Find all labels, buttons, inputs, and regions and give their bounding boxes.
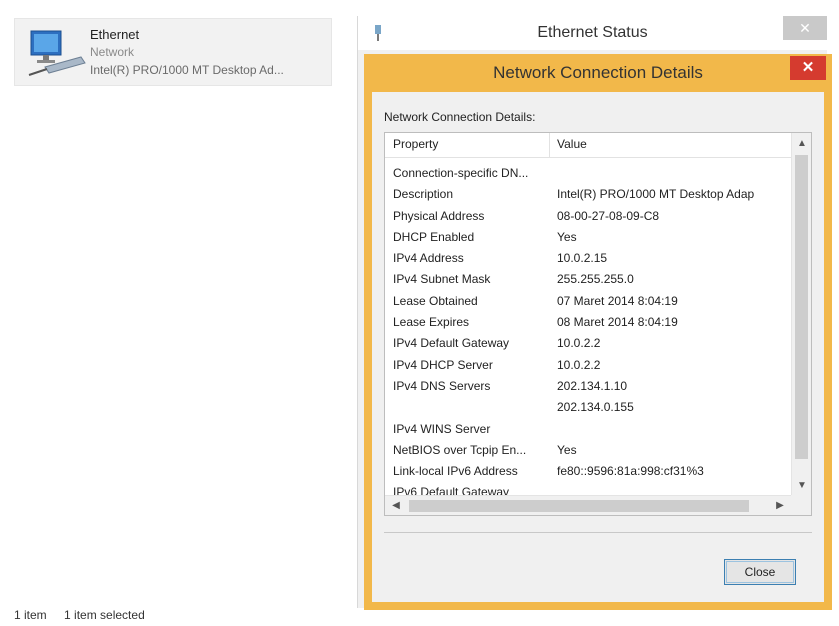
row-property: NetBIOS over Tcpip En...: [393, 442, 527, 457]
row-value: 202.134.1.10: [557, 378, 628, 393]
row-property: Link-local IPv6 Address: [393, 464, 518, 479]
ethernet-status-titlebar: Ethernet Status ✕: [358, 16, 827, 50]
row-property: Lease Obtained: [393, 293, 478, 308]
ethernet-status-title: Ethernet Status: [537, 24, 648, 41]
row-value: 08 Maret 2014 8:04:19: [557, 315, 678, 330]
list-row[interactable]: Connection-specific DN...: [385, 163, 791, 184]
list-row[interactable]: 202.134.0.155: [385, 397, 791, 418]
row-value: 255.255.255.0: [557, 272, 634, 287]
status-bar: 1 item 1 item selected: [14, 608, 159, 622]
scrollbar-corner: [791, 495, 811, 515]
row-property: Physical Address: [393, 208, 485, 223]
list-row[interactable]: DHCP Enabled Yes: [385, 227, 791, 248]
dialog-body: Network Connection Details: Property Val…: [372, 92, 824, 602]
list-header: Property Value: [385, 133, 791, 158]
details-list[interactable]: Property Value Connection-specific DN...…: [384, 132, 812, 516]
row-value: 10.0.2.2: [557, 336, 601, 351]
row-property: IPv4 WINS Server: [393, 421, 491, 436]
row-value: 08-00-27-08-09-C8: [557, 208, 660, 223]
scroll-right-icon[interactable]: ▶: [771, 496, 789, 515]
list-row[interactable]: IPv4 WINS Server: [385, 419, 791, 440]
list-row[interactable]: IPv4 DNS Servers 202.134.1.10: [385, 376, 791, 397]
row-value: Intel(R) PRO/1000 MT Desktop Adap: [557, 187, 755, 202]
dialog-close-button[interactable]: ✕: [790, 56, 826, 80]
column-header-value[interactable]: Value: [557, 137, 587, 151]
plug-icon: [375, 25, 381, 41]
scroll-up-icon[interactable]: ▲: [792, 135, 811, 153]
row-property: IPv4 Default Gateway: [393, 336, 510, 351]
network-connection-item[interactable]: Ethernet Network Intel(R) PRO/1000 MT De…: [14, 18, 332, 86]
vertical-scroll-thumb[interactable]: [795, 155, 808, 459]
list-row[interactable]: IPv4 DHCP Server 10.0.2.2: [385, 355, 791, 376]
list-row[interactable]: Lease Expires 08 Maret 2014 8:04:19: [385, 312, 791, 333]
details-section-label: Network Connection Details:: [384, 110, 536, 124]
list-row[interactable]: Lease Obtained 07 Maret 2014 8:04:19: [385, 291, 791, 312]
vertical-scrollbar[interactable]: ▲ ▼: [791, 133, 811, 495]
divider: [384, 532, 812, 533]
list-row[interactable]: NetBIOS over Tcpip En... Yes: [385, 440, 791, 461]
scroll-left-icon[interactable]: ◀: [387, 496, 405, 515]
row-property: IPv4 DNS Servers: [393, 378, 491, 393]
list-rows: Connection-specific DN... Description Int…: [385, 163, 791, 504]
network-adapter-name: Intel(R) PRO/1000 MT Desktop Ad...: [90, 63, 284, 77]
list-row[interactable]: Link-local IPv6 Address fe80::9596:81a:99…: [385, 461, 791, 482]
row-property: IPv4 Subnet Mask: [393, 272, 491, 287]
horizontal-scroll-thumb[interactable]: [409, 500, 749, 512]
network-adapter-icon: [28, 30, 86, 76]
list-row[interactable]: IPv4 Address 10.0.2.15: [385, 248, 791, 269]
row-property: Description: [393, 187, 454, 202]
close-button[interactable]: Close: [724, 559, 796, 585]
dialog-title: Network Connection Details: [493, 63, 703, 82]
scroll-down-icon[interactable]: ▼: [792, 477, 811, 495]
list-row[interactable]: Description Intel(R) PRO/1000 MT Desktop …: [385, 184, 791, 205]
row-value: 10.0.2.2: [557, 357, 601, 372]
row-value: Yes: [557, 229, 577, 244]
row-property: IPv4 DHCP Server: [393, 357, 493, 372]
column-header-property[interactable]: Property: [393, 137, 438, 151]
row-value: Yes: [557, 442, 577, 457]
network-connection-details-dialog: Network Connection Details ✕ Network Con…: [364, 54, 832, 610]
list-row[interactable]: IPv4 Subnet Mask 255.255.255.0: [385, 269, 791, 290]
row-property: DHCP Enabled: [393, 229, 475, 244]
row-value: 07 Maret 2014 8:04:19: [557, 293, 678, 308]
row-value: fe80::9596:81a:998:cf31%3: [557, 464, 704, 479]
row-property: Connection-specific DN...: [393, 166, 529, 180]
selected-count: 1 item selected: [64, 608, 145, 622]
horizontal-scrollbar[interactable]: ◀ ▶: [385, 495, 791, 515]
row-value: 10.0.2.15: [557, 251, 608, 266]
row-value: 202.134.0.155: [557, 400, 634, 415]
list-row[interactable]: Physical Address 08-00-27-08-09-C8: [385, 206, 791, 227]
item-count: 1 item: [14, 608, 47, 622]
list-row[interactable]: IPv4 Default Gateway 10.0.2.2: [385, 333, 791, 354]
row-property: IPv4 Address: [393, 251, 464, 266]
ethernet-status-close-button[interactable]: ✕: [783, 16, 827, 40]
row-property: Lease Expires: [393, 315, 470, 330]
network-type: Network: [90, 45, 135, 59]
network-name: Ethernet: [90, 27, 140, 42]
column-divider[interactable]: [549, 133, 550, 157]
